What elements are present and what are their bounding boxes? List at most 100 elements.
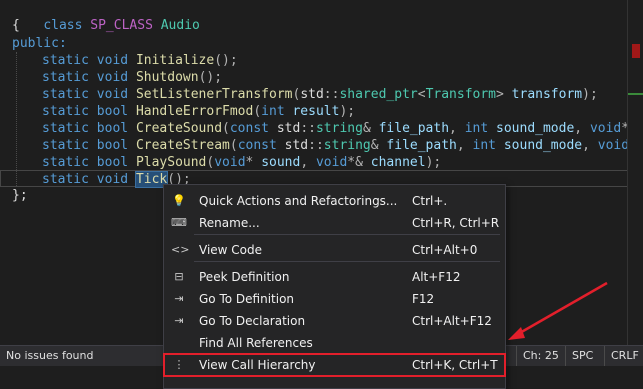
param-token: ); bbox=[582, 87, 598, 102]
return-type: void bbox=[96, 53, 129, 68]
menu-separator bbox=[194, 261, 500, 262]
class-name: Audio bbox=[160, 18, 200, 33]
param-token: ); bbox=[425, 155, 442, 170]
method-name: PlaySound bbox=[135, 155, 207, 170]
menu-item-label: Rename... bbox=[199, 216, 260, 230]
param-token: & bbox=[362, 121, 379, 136]
param-token: ( bbox=[222, 121, 230, 136]
method-name: SetListenerTransform bbox=[135, 87, 293, 102]
static-keyword: static bbox=[42, 70, 89, 85]
menu-item-quick-actions-and-refactorings[interactable]: 💡 Quick Actions and Refactorings... Ctrl+. bbox=[164, 190, 505, 212]
menu-item-shortcut: Alt+F12 bbox=[412, 270, 461, 284]
code-line-member: static bool HandleErrorFmod(int result); bbox=[42, 103, 355, 120]
return-type: void bbox=[96, 87, 129, 102]
whitespace-indicator[interactable]: SPC bbox=[565, 346, 599, 366]
line-ending-indicator[interactable]: CRLF bbox=[604, 346, 643, 366]
return-type: void bbox=[96, 172, 129, 187]
menu-item-label: Peek Definition bbox=[199, 270, 290, 284]
scrollbar-change-marker bbox=[628, 93, 643, 95]
param-token: file_path bbox=[378, 121, 450, 136]
scrollbar-error-marker bbox=[632, 44, 640, 58]
macro-name: SP_CLASS bbox=[90, 18, 153, 33]
param-token: int bbox=[472, 138, 497, 153]
menu-item-shortcut: Ctrl+Alt+0 bbox=[412, 243, 478, 257]
menu-item-go-to-declaration[interactable]: ⇥ Go To Declaration Ctrl+Alt+F12 bbox=[164, 310, 505, 332]
code-line-open-brace: { bbox=[12, 18, 20, 33]
view-code-icon: <> bbox=[171, 243, 190, 256]
param-token: string bbox=[323, 138, 371, 153]
static-keyword: static bbox=[42, 53, 89, 68]
peek-definition-icon: ⊟ bbox=[174, 270, 184, 283]
param-token: & bbox=[370, 138, 387, 153]
column-indicator[interactable]: Ch: 25 bbox=[516, 346, 565, 366]
param-token: *& bbox=[347, 155, 371, 170]
menu-item-view-code[interactable]: <> View Code Ctrl+Alt+0 bbox=[164, 239, 505, 261]
param-token: std bbox=[276, 138, 309, 153]
static-keyword: static bbox=[42, 138, 89, 153]
menu-item-rename[interactable]: ⌨ Rename... Ctrl+R, Ctrl+R bbox=[164, 212, 505, 234]
go-to-declaration-icon: ⇥ bbox=[174, 314, 184, 327]
param-token: sound bbox=[261, 155, 301, 170]
param-token: const bbox=[229, 121, 269, 136]
param-token: , bbox=[449, 121, 465, 136]
param-token: :: bbox=[323, 87, 340, 102]
menu-item-shortcut: Ctrl+R, Ctrl+R bbox=[412, 216, 500, 230]
context-menu: 💡 Quick Actions and Refactorings... Ctrl+.… bbox=[163, 184, 506, 389]
method-params: (); bbox=[214, 53, 238, 68]
param-token: sound_mode bbox=[488, 121, 575, 136]
param-token: int bbox=[261, 104, 285, 119]
param-token: result bbox=[284, 104, 340, 119]
param-token: > bbox=[496, 87, 512, 102]
class-keyword: class bbox=[43, 18, 83, 33]
param-token: void bbox=[214, 155, 246, 170]
code-line-member: static void Shutdown(); bbox=[42, 69, 222, 86]
issues-status[interactable]: No issues found bbox=[6, 349, 93, 362]
menu-item-shortcut: F12 bbox=[412, 292, 435, 306]
param-token: , bbox=[574, 121, 590, 136]
param-token: :: bbox=[300, 121, 316, 136]
return-type: bool bbox=[96, 104, 129, 119]
menu-item-label: Go To Declaration bbox=[199, 314, 306, 328]
param-token: file_path bbox=[386, 138, 457, 153]
static-keyword: static bbox=[42, 155, 89, 170]
code-line-class: class SP_CLASS Audio bbox=[12, 0, 200, 33]
param-token: const bbox=[237, 138, 277, 153]
param-token: * bbox=[245, 155, 262, 170]
rename-icon: ⌨ bbox=[171, 216, 187, 229]
param-token: channel bbox=[370, 155, 426, 170]
param-token: < bbox=[417, 87, 426, 102]
static-keyword: static bbox=[42, 104, 89, 119]
param-token: , bbox=[456, 138, 473, 153]
param-token: void bbox=[315, 155, 348, 170]
code-line-access: public: bbox=[12, 36, 67, 51]
param-token: Transform bbox=[425, 87, 497, 102]
param-token: void bbox=[589, 121, 622, 136]
menu-item-label: Find All References bbox=[199, 336, 313, 350]
method-name: Initialize bbox=[135, 53, 215, 68]
method-name: Shutdown bbox=[135, 70, 199, 85]
param-token: transform bbox=[511, 87, 583, 102]
param-token: , bbox=[300, 155, 316, 170]
menu-item-label: Go To Definition bbox=[199, 292, 295, 306]
menu-item-label: View Code bbox=[199, 243, 263, 257]
lightbulb-icon: 💡 bbox=[172, 194, 186, 207]
param-token: , bbox=[582, 138, 598, 153]
param-token: ( bbox=[253, 104, 262, 119]
code-line-member: static bool CreateSound(const std::strin… bbox=[42, 120, 637, 137]
method-name: CreateSound bbox=[135, 121, 223, 136]
code-line-member: static bool PlaySound(void* sound, void*… bbox=[42, 154, 441, 171]
code-line-member: static void SetListenerTransform(std::sh… bbox=[42, 86, 598, 103]
menu-item-peek-definition[interactable]: ⊟ Peek Definition Alt+F12 bbox=[164, 266, 505, 288]
menu-item-find-all-references[interactable]: Find All References bbox=[164, 332, 505, 354]
return-type: bool bbox=[96, 155, 129, 170]
code-line-close: }; bbox=[12, 188, 28, 203]
param-token: void bbox=[597, 138, 630, 153]
go-to-definition-icon: ⇥ bbox=[174, 292, 184, 305]
menu-item-view-call-hierarchy[interactable]: ⋮ View Call Hierarchy Ctrl+K, Ctrl+T bbox=[163, 353, 506, 377]
menu-item-shortcut: Ctrl+Alt+F12 bbox=[412, 314, 492, 328]
vertical-scrollbar[interactable] bbox=[627, 0, 643, 345]
menu-item-shortcut: Ctrl+. bbox=[412, 194, 448, 208]
menu-separator bbox=[194, 234, 500, 235]
menu-item-go-to-definition[interactable]: ⇥ Go To Definition F12 bbox=[164, 288, 505, 310]
param-token: shared_ptr bbox=[339, 87, 418, 102]
